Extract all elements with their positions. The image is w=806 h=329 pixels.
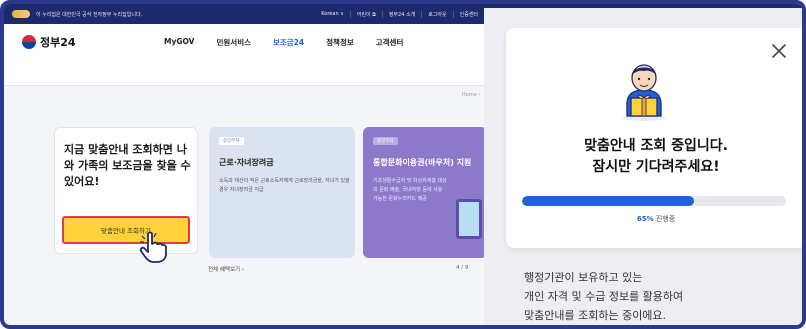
- info-line3: 맞춤안내를 조회하는 중이에요.: [524, 309, 667, 322]
- nav-item-customer-center[interactable]: 고객센터: [376, 37, 404, 48]
- progress-label: 65% 진행중: [506, 214, 802, 224]
- carousel-pager: 4 / 9: [456, 265, 469, 271]
- top-links: Korean ∨ 어린이 ⧉ 정부24 소개 로그아웃 인증센터: [315, 10, 484, 18]
- tablet-illustration: [456, 199, 482, 239]
- gov-notice-text: 이 누리집은 대한민국 공식 전자정부 누리집입니다.: [36, 11, 143, 18]
- card-tag: 중앙부처: [219, 137, 244, 145]
- about-link[interactable]: 정부24 소개: [381, 10, 421, 18]
- progress-fill: [522, 196, 694, 206]
- card-description: 소득과 재산이 적은 근로소득자에게 근로장려금을, 자녀가 있을 경우 자녀장…: [219, 178, 350, 193]
- custom-guide-search-button[interactable]: 맞춤안내 조회하기: [62, 216, 190, 244]
- card-title: 근로·자녀장려금: [219, 158, 274, 167]
- benefit-card-culture-voucher[interactable]: 중앙부처 통합문화이용권(바우처) 지원 기초생활수급자 및 차상위계층 대상의…: [363, 127, 487, 258]
- nav-item-subsidy24[interactable]: 보조금24: [273, 37, 304, 48]
- benefit-card-work-incentive[interactable]: 중앙부처 근로·자녀장려금 소득과 재산이 적은 근로소득자에게 근로장려금을,…: [209, 127, 355, 258]
- loading-title-line2: 잠시만 기다려주세요!: [592, 159, 720, 175]
- site-logo[interactable]: 정부24: [22, 34, 76, 50]
- info-line2: 개인 자격 및 수급 정보를 활용하여: [524, 290, 684, 303]
- logo-text: 정부24: [40, 36, 76, 49]
- progress-percent: 65%: [636, 215, 654, 223]
- progress-bar: [522, 196, 786, 206]
- loading-title: 맞춤안내 조회 중입니다. 잠시만 기다려주세요!: [506, 136, 802, 178]
- card-title: 통합문화이용권(바우처) 지원: [373, 158, 472, 167]
- hero-title: 지금 맞춤안내 조회하면 나와 가족의 보조금을 찾을 수 있어요!: [64, 143, 191, 188]
- main-nav: MyGOV 민원서비스 보조금24 정책정보 고객센터: [164, 37, 403, 48]
- nav-item-mygov[interactable]: MyGOV: [164, 37, 195, 48]
- info-message: 행정기관이 보유하고 있는 개인 자격 및 수급 정보를 활용하여 맞춤안내를 …: [524, 268, 794, 325]
- app-frame: 이 누리집은 대한민국 공식 전자정부 누리집입니다. Korean ∨ 어린이…: [0, 0, 806, 329]
- progress-status: 진행중: [653, 215, 676, 223]
- kids-link[interactable]: 어린이 ⧉: [349, 10, 382, 18]
- mascot-gift-icon: [622, 64, 666, 121]
- view-all-benefits-link[interactable]: 전체 혜택보기 ›: [208, 265, 244, 273]
- card-tag: 중앙부처: [373, 137, 398, 145]
- auth-center-link[interactable]: 인증센터: [452, 10, 484, 18]
- breadcrumb[interactable]: Home ›: [462, 92, 480, 98]
- close-icon[interactable]: [770, 42, 788, 60]
- info-line1: 행정기관이 보유하고 있는: [524, 271, 643, 284]
- taeguk-icon: [22, 35, 36, 49]
- gov-mark-icon: [12, 10, 30, 18]
- nav-item-policy[interactable]: 정책정보: [326, 37, 354, 48]
- logout-link[interactable]: 로그아웃: [421, 10, 452, 18]
- loading-title-line1: 맞춤안내 조회 중입니다.: [584, 138, 728, 154]
- hand-pointer-icon: [139, 231, 167, 263]
- card-description: 기초생활수급자 및 차상위계층 대상의 문화 예술, 국내여행 등에 사용 가능…: [373, 178, 447, 202]
- language-select[interactable]: Korean ∨: [315, 11, 350, 17]
- nav-item-civil-service[interactable]: 민원서비스: [217, 37, 252, 48]
